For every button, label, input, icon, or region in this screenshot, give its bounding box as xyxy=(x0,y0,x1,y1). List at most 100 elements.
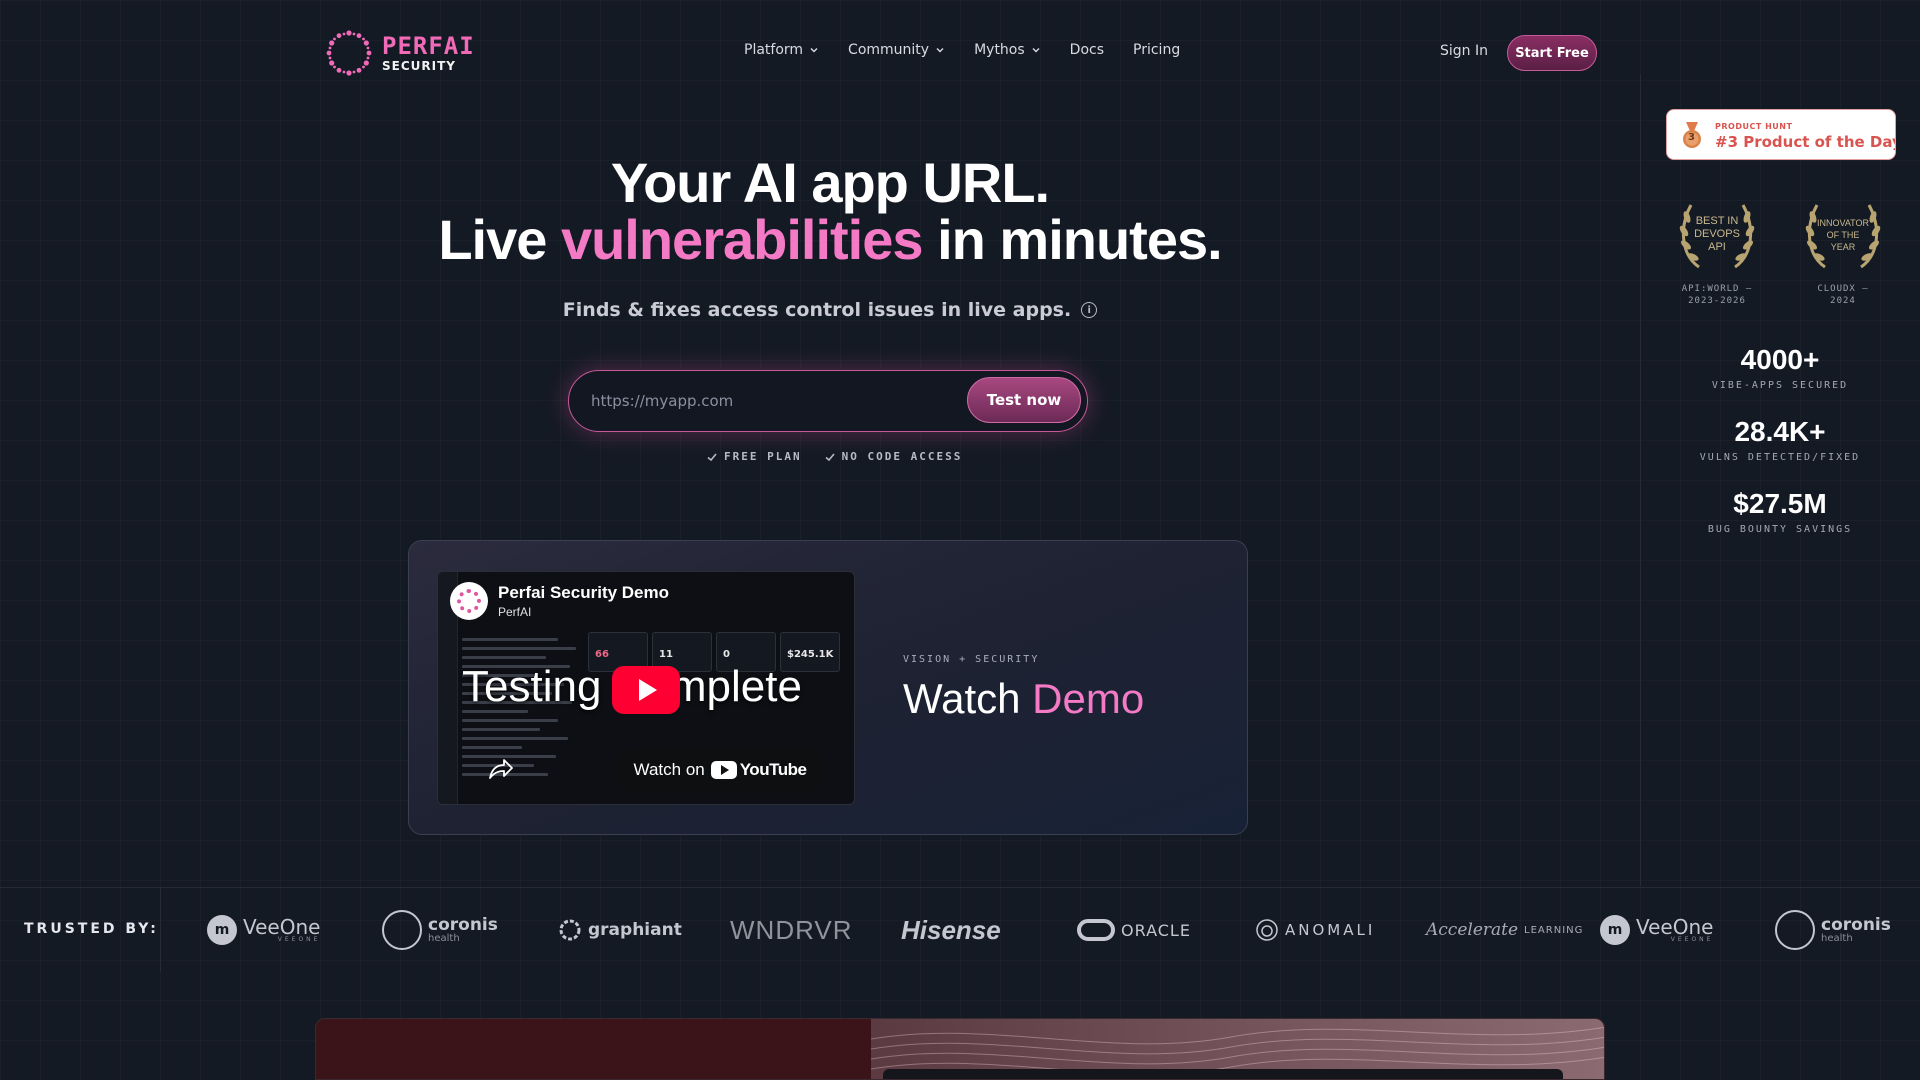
logo-name: coronis xyxy=(428,914,498,935)
hero-title-line1: Your AI app URL. xyxy=(610,151,1050,214)
video-stat-value: 0 xyxy=(723,649,730,660)
hero-title-post: in minutes. xyxy=(922,208,1223,271)
award-caption: API:WORLD — 2023-2026 xyxy=(1672,283,1762,307)
nav-platform[interactable]: Platform xyxy=(744,42,819,58)
right-rail-divider xyxy=(1640,74,1641,886)
logo-suffix: LEARNING xyxy=(1524,924,1584,936)
stat-value: 4000+ xyxy=(1740,344,1820,375)
logo-subtext: SECURITY xyxy=(382,59,456,73)
perfai-logo[interactable]: PERFAI SECURITY xyxy=(326,30,475,76)
check-no-code-access: NO CODE ACCESS xyxy=(824,450,963,463)
veeone-icon: m xyxy=(1600,915,1630,945)
play-icon xyxy=(639,679,657,701)
logo-graphiant: graphiant xyxy=(558,905,682,955)
product-hunt-badge[interactable]: 3 PRODUCT HUNT #3 Product of the Day xyxy=(1666,109,1896,160)
channel-avatar[interactable] xyxy=(450,582,488,620)
logo-accelerate-learning: Accelerate LEARNING xyxy=(1426,905,1583,955)
logo-name: VeeOne xyxy=(243,915,321,939)
check-free-plan: FREE PLAN xyxy=(706,450,802,463)
video-stat-value: $245.1K xyxy=(787,649,834,660)
watch-demo-accent: Demo xyxy=(1032,675,1145,722)
award-line: YEAR xyxy=(1830,242,1856,252)
logo-sub: health xyxy=(1821,932,1853,944)
watch-on-youtube-button[interactable]: Watch on YouTube xyxy=(614,748,826,792)
watch-demo-pre: Watch xyxy=(903,675,1033,722)
start-free-button[interactable]: Start Free xyxy=(1507,35,1597,71)
award-innovator: INNOVATOR OF THE YEAR CLOUDX — 2024 xyxy=(1798,197,1888,307)
nav-platform-label: Platform xyxy=(744,42,804,58)
nav-community-label: Community xyxy=(848,42,930,58)
youtube-play-icon xyxy=(710,761,737,779)
url-test-form: Test now xyxy=(568,370,1088,432)
veeone-icon: m xyxy=(207,915,237,945)
video-channel[interactable]: PerfAI xyxy=(498,605,669,619)
award-caption-line: API:WORLD — xyxy=(1681,284,1753,294)
coronis-icon xyxy=(1775,910,1815,950)
trusted-by-label: TRUSTED BY: xyxy=(24,921,159,937)
youtube-logo: YouTube xyxy=(710,760,807,780)
share-icon[interactable] xyxy=(488,758,514,780)
vision-security-label: VISION + SECURITY xyxy=(903,654,1040,665)
logo-sub: health xyxy=(428,932,460,944)
play-button[interactable] xyxy=(612,666,680,714)
award-line: DEVOPS xyxy=(1694,228,1740,240)
logo-anomali: ANOMALI xyxy=(1255,905,1375,955)
award-line: BEST IN xyxy=(1695,215,1739,227)
nav-pricing[interactable]: Pricing xyxy=(1133,42,1180,58)
info-icon[interactable]: i xyxy=(1081,302,1098,318)
check-free-plan-label: FREE PLAN xyxy=(724,450,802,463)
demo-card: 66 11 0 $245.1K Perfai Security Demo Per… xyxy=(408,540,1248,835)
logo-hisense: Hisense xyxy=(901,905,1001,955)
hero-subtitle-text: Finds & fixes access control issues in l… xyxy=(562,299,1072,321)
stat-vulns: 28.4K+ VULNS DETECTED/FIXED xyxy=(1680,416,1880,463)
check-no-code-label: NO CODE ACCESS xyxy=(841,450,963,463)
logo-coronis: coronis health xyxy=(382,905,498,955)
logo-veeone: m VeeOne VEEONE xyxy=(1600,905,1713,955)
logo-name: ANOMALI xyxy=(1285,921,1376,939)
nav-docs[interactable]: Docs xyxy=(1070,42,1104,58)
check-icon xyxy=(825,452,835,461)
nav-mythos[interactable]: Mythos xyxy=(974,42,1041,58)
check-icon xyxy=(707,452,717,461)
video-title[interactable]: Perfai Security Demo xyxy=(498,583,669,602)
chevron-down-icon xyxy=(936,48,944,53)
logo-wordmark: PERFAI xyxy=(382,32,475,60)
youtube-wordmark: YouTube xyxy=(739,760,807,779)
logo-name: Accelerate xyxy=(1426,920,1519,940)
logo-name: graphiant xyxy=(588,920,682,940)
logo-coronis: coronis health xyxy=(1775,905,1891,955)
logo-name: coronis xyxy=(1821,914,1891,935)
sign-in-link[interactable]: Sign In xyxy=(1440,43,1488,59)
lion-icon xyxy=(1256,919,1278,941)
logo-name: ORACLE xyxy=(1121,920,1191,940)
award-line: OF THE xyxy=(1826,230,1860,240)
medal-rank: 3 xyxy=(1688,132,1695,143)
youtube-video-embed[interactable]: 66 11 0 $245.1K Perfai Security Demo Per… xyxy=(437,571,855,805)
nav-docs-label: Docs xyxy=(1069,42,1105,58)
stat-label: VULNS DETECTED/FIXED xyxy=(1699,452,1861,463)
video-stat-value: 66 xyxy=(595,649,609,660)
next-section-preview xyxy=(315,1018,1605,1080)
test-now-button[interactable]: Test now xyxy=(967,377,1081,423)
logo-sub: VEEONE xyxy=(277,936,321,943)
chevron-down-icon xyxy=(810,48,818,53)
award-line: INNOVATOR xyxy=(1816,218,1869,228)
trusted-vertical-divider xyxy=(160,888,161,972)
logo-name: VeeOne xyxy=(1636,915,1714,939)
trusted-divider xyxy=(0,887,1920,888)
award-best-devops: BEST IN DEVOPS API API:WORLD — 2023-2026 xyxy=(1672,197,1762,307)
plan-checks: FREE PLAN NO CODE ACCESS xyxy=(706,450,962,463)
app-url-input[interactable] xyxy=(591,389,951,413)
next-section-right xyxy=(871,1019,1604,1079)
video-header: Perfai Security Demo PerfAI xyxy=(450,582,669,620)
award-caption-line: CLOUDX — xyxy=(1817,284,1869,294)
stat-value: 28.4K+ xyxy=(1734,416,1826,447)
hero-title-pre: Live xyxy=(438,208,561,271)
logo-veeone: m VeeOne VEEONE xyxy=(207,905,320,955)
hero-title-accent: vulnerabilities xyxy=(560,208,924,271)
stat-bug-bounty: $27.5M BUG BOUNTY SAVINGS xyxy=(1680,488,1880,535)
award-caption-line: 2023-2026 xyxy=(1688,296,1746,306)
graphiant-icon xyxy=(559,919,581,941)
video-stat-value: 11 xyxy=(659,649,673,660)
nav-community[interactable]: Community xyxy=(848,42,945,58)
